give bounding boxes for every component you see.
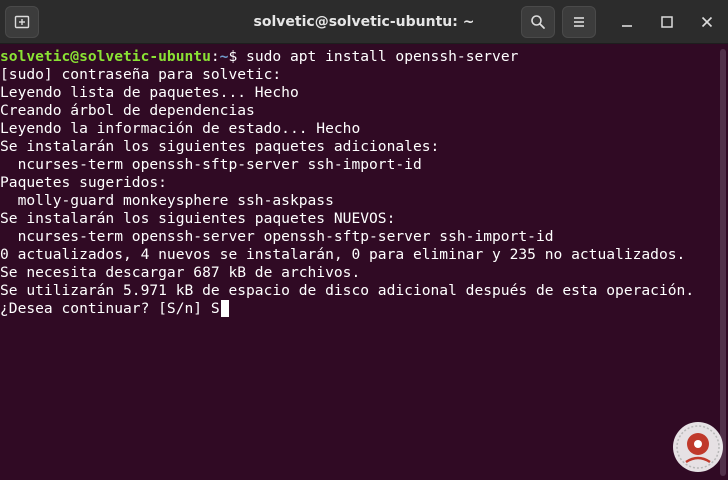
prompt-line: solvetic@solvetic-ubuntu:~$ sudo apt ins… <box>0 48 518 66</box>
output-line: Paquetes sugeridos: <box>0 174 167 191</box>
continue-prompt: ¿Desea continuar? [S/n] S <box>0 300 220 317</box>
watermark-logo <box>670 418 726 476</box>
output-line: Creando árbol de dependencias <box>0 102 255 119</box>
output-line: Se utilizarán 5.971 kB de espacio de dis… <box>0 282 695 299</box>
new-tab-button[interactable] <box>5 6 39 38</box>
menu-button[interactable] <box>562 6 596 38</box>
output-line: molly-guard monkeysphere ssh-askpass <box>0 192 334 209</box>
text-cursor <box>220 300 229 317</box>
output-line: Se instalarán los siguientes paquetes NU… <box>0 210 396 227</box>
search-icon <box>531 15 545 29</box>
scrollbar[interactable] <box>718 45 728 480</box>
new-tab-icon <box>14 15 30 29</box>
output-line: Se necesita descargar 687 kB de archivos… <box>0 264 361 281</box>
close-icon <box>701 16 713 28</box>
prompt-symbol: $ <box>228 48 247 65</box>
output-line: [sudo] contraseña para solvetic: <box>0 66 282 83</box>
output-line: Leyendo la información de estado... Hech… <box>0 120 361 137</box>
maximize-icon <box>661 16 673 28</box>
output-line: ncurses-term openssh-sftp-server ssh-imp… <box>0 156 422 173</box>
close-button[interactable] <box>697 12 717 32</box>
title-bar: solvetic@solvetic-ubuntu: ~ <box>0 0 728 44</box>
output-line: ncurses-term openssh-server openssh-sftp… <box>0 228 554 245</box>
scrollbar-thumb[interactable] <box>720 49 726 476</box>
command-text: sudo apt install openssh-server <box>246 48 519 65</box>
terminal-area[interactable]: solvetic@solvetic-ubuntu:~$ sudo apt ins… <box>0 45 718 480</box>
output-line: 0 actualizados, 4 nuevos se instalarán, … <box>0 246 686 263</box>
search-button[interactable] <box>521 6 555 38</box>
minimize-button[interactable] <box>617 12 637 32</box>
input-line: ¿Desea continuar? [S/n] S <box>0 300 229 318</box>
minimize-icon <box>622 25 632 27</box>
maximize-button[interactable] <box>657 12 677 32</box>
prompt-separator: : <box>210 48 220 65</box>
output-line: Leyendo lista de paquetes... Hecho <box>0 84 299 101</box>
prompt-user: solvetic@solvetic-ubuntu <box>0 48 211 65</box>
hamburger-menu-icon <box>574 17 584 27</box>
output-line: Se instalarán los siguientes paquetes ad… <box>0 138 440 155</box>
